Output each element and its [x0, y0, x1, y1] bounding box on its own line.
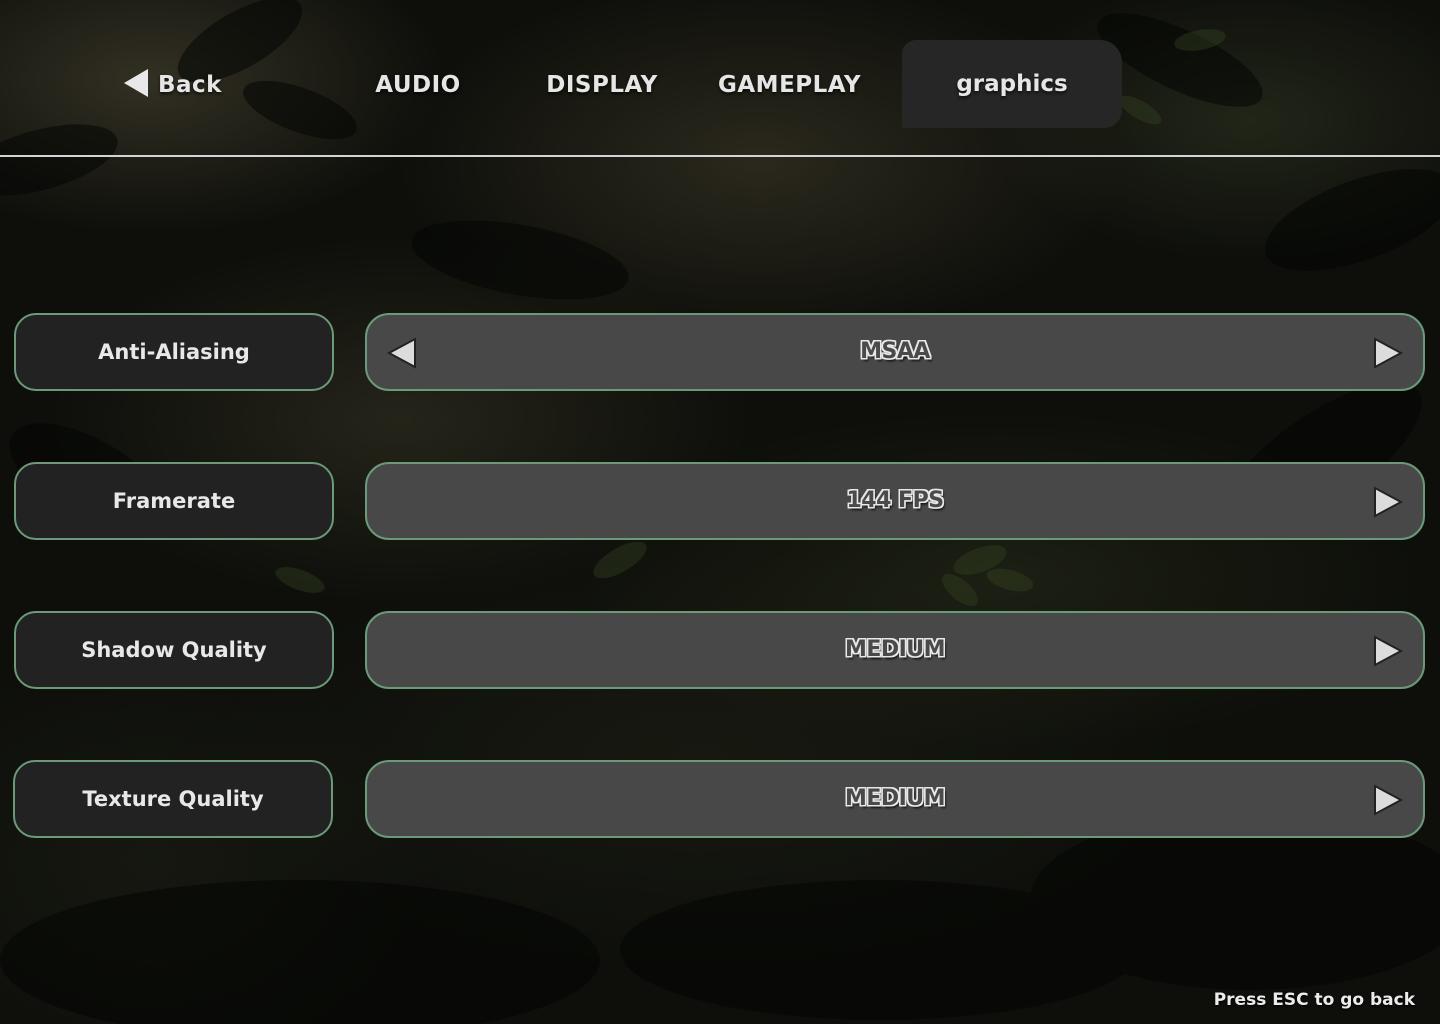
framerate-value: 144 FPS [846, 488, 944, 513]
header-divider [0, 155, 1440, 157]
framerate-label: Framerate [14, 462, 334, 540]
texture-quality-label: Texture Quality [13, 760, 333, 838]
tab-audio[interactable]: AUDIO [370, 62, 466, 108]
back-button[interactable]: Back [124, 62, 234, 108]
texture-quality-value: MEDIUM [844, 786, 946, 811]
triangle-left-icon [124, 68, 148, 97]
tab-graphics[interactable]: graphics [902, 40, 1122, 128]
shadow-quality-selector[interactable]: MEDIUM [365, 611, 1425, 689]
tab-display[interactable]: DISPLAY [545, 62, 659, 108]
anti-aliasing-label: Anti-Aliasing [14, 313, 334, 391]
tab-gameplay[interactable]: GAMEPLAY [718, 62, 861, 108]
framerate-selector[interactable]: 144 FPS [365, 462, 1425, 540]
triangle-right-icon[interactable] [1369, 633, 1405, 669]
shadow-quality-value: MEDIUM [844, 637, 946, 662]
back-label: Back [158, 72, 222, 98]
triangle-right-icon[interactable] [1369, 335, 1405, 371]
texture-quality-selector[interactable]: MEDIUM [365, 760, 1425, 838]
anti-aliasing-selector[interactable]: MSAA [365, 313, 1425, 391]
shadow-quality-label: Shadow Quality [14, 611, 334, 689]
triangle-right-icon[interactable] [1369, 782, 1405, 818]
esc-hint: Press ESC to go back [1213, 990, 1415, 1010]
anti-aliasing-value: MSAA [860, 339, 930, 364]
triangle-right-icon[interactable] [1369, 484, 1405, 520]
